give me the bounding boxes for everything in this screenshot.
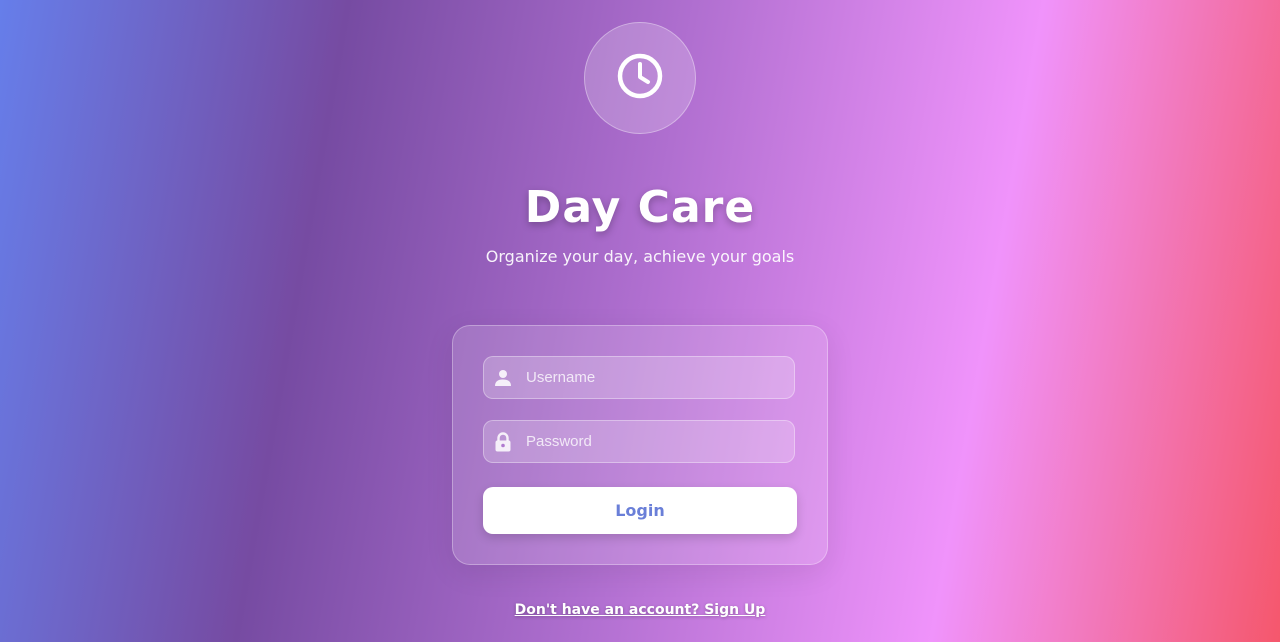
login-button[interactable]: Login [483,487,797,534]
username-input[interactable] [524,368,788,387]
login-card: Login [452,325,828,565]
signup-link[interactable]: Don't have an account? Sign Up [515,602,766,618]
logo-badge [584,22,696,134]
app-subtitle: Organize your day, achieve your goals [485,247,795,266]
user-icon [493,368,513,388]
signup-prompt: Don't have an account? Sign Up [0,600,1280,620]
password-input[interactable] [524,432,788,451]
clock-icon [615,51,665,105]
password-field[interactable] [483,420,795,463]
username-field[interactable] [483,356,795,399]
app-title: Day Care [524,182,756,233]
lock-icon [493,431,513,452]
